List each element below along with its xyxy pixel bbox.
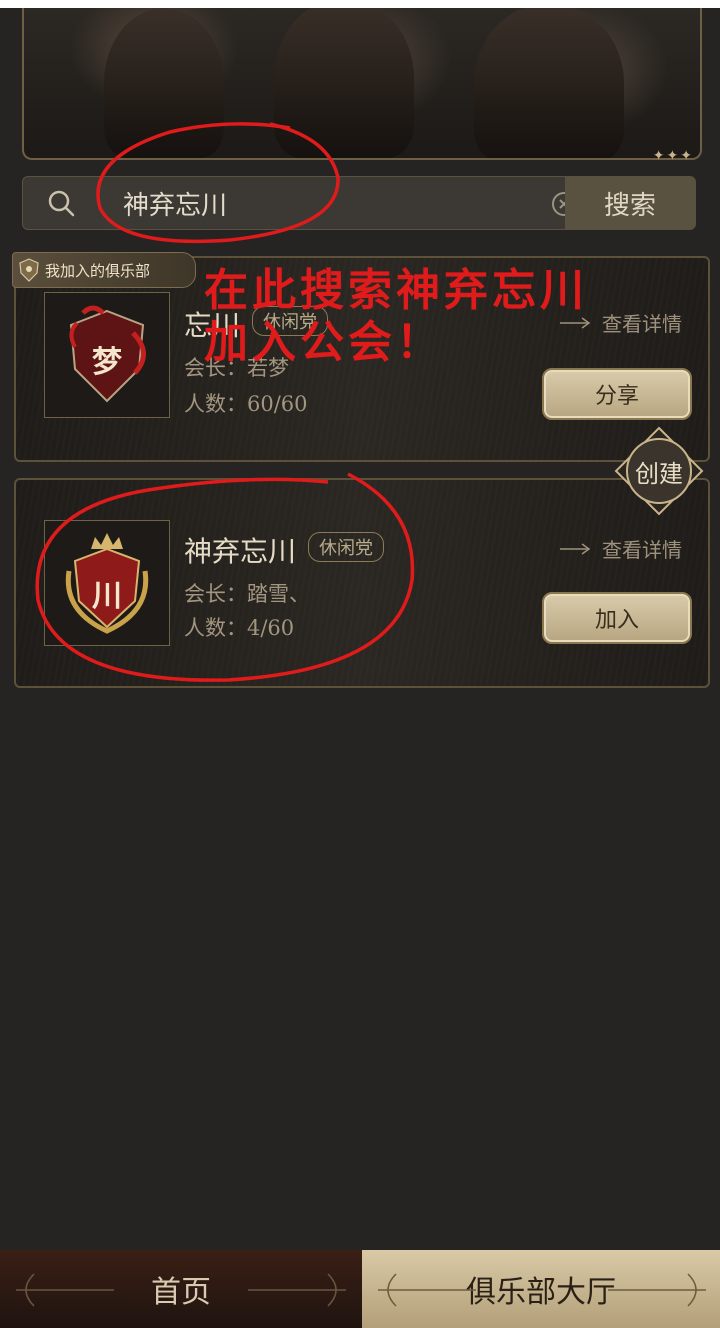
club-emblem: 梦 bbox=[44, 292, 170, 418]
joined-clubs-tag: 我加入的俱乐部 bbox=[12, 252, 196, 288]
ornament-icon bbox=[608, 1273, 706, 1307]
arrow-right-icon bbox=[560, 542, 591, 555]
bottom-nav: 首页 俱乐部大厅 bbox=[0, 1250, 720, 1328]
tab-home-label: 首页 bbox=[151, 1275, 211, 1310]
ornament-icon bbox=[16, 1273, 114, 1307]
tab-home[interactable]: 首页 bbox=[0, 1250, 362, 1328]
search-button[interactable]: 搜索 bbox=[565, 177, 695, 229]
search-icon bbox=[48, 190, 75, 217]
view-details-label: 查看详情 bbox=[602, 538, 682, 562]
ornament-icon bbox=[248, 1273, 346, 1307]
joined-clubs-label: 我加入的俱乐部 bbox=[45, 261, 151, 280]
annotation-circle-search bbox=[96, 122, 340, 244]
top-strip bbox=[0, 0, 720, 8]
create-label: 创建 bbox=[635, 459, 683, 488]
view-details-link[interactable]: 查看详情 bbox=[558, 534, 682, 563]
shield-icon bbox=[19, 258, 39, 282]
tab-club-hall-label: 俱乐部大厅 bbox=[466, 1275, 616, 1310]
club-members: 人数：60/60 bbox=[184, 392, 308, 416]
emblem-char: 梦 bbox=[92, 345, 122, 380]
annotation-text-line2: 加入公会！ bbox=[204, 317, 444, 368]
view-details-label: 查看详情 bbox=[602, 312, 682, 336]
annotation-circle-club bbox=[35, 472, 415, 682]
arrow-right-icon bbox=[560, 316, 591, 329]
tab-club-hall[interactable]: 俱乐部大厅 bbox=[362, 1250, 720, 1328]
join-button[interactable]: 加入 bbox=[542, 592, 692, 644]
ornament-icon bbox=[378, 1273, 476, 1307]
annotation-text-line1: 在此搜索神弃忘川 bbox=[204, 265, 588, 316]
create-club-button[interactable]: 创建 bbox=[614, 426, 704, 516]
sparkle-decoration-icon: ✦✦✦ bbox=[652, 148, 694, 164]
share-button[interactable]: 分享 bbox=[542, 368, 692, 420]
